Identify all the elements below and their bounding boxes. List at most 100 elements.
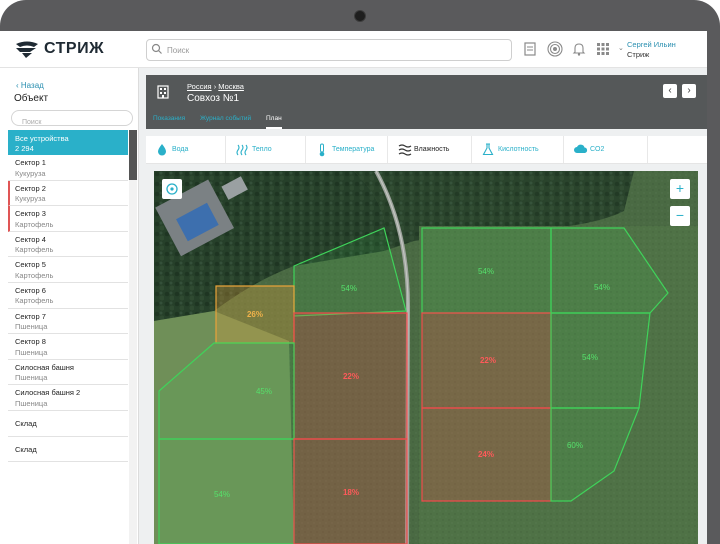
top-bar: СТРИЖ ⌄ [0,31,707,68]
field-humidity-label: 54% [478,267,494,276]
field-humidity-label: 54% [594,283,610,292]
sidebar-item-sector[interactable]: Силосная башня 2 Пшеница [8,385,128,411]
bell-icon[interactable] [571,41,587,57]
metric-label: Влажность [414,146,450,153]
tab-readings[interactable]: Показания [153,115,185,122]
tab-event-log[interactable]: Журнал событий [200,115,251,122]
metric-temperature[interactable]: Температура [306,136,388,163]
metric-water[interactable]: Вода [146,136,226,163]
cloud-icon [574,144,588,153]
item-name: Сектор 6 [15,285,46,295]
item-name: Склад [15,444,37,454]
metric-heat[interactable]: Тепло [226,136,306,163]
item-name: Склад [15,418,37,428]
field-humidity-label: 54% [582,353,598,362]
sidebar: ‹ Назад Объект Все устройства 2 294 Сект… [0,68,139,544]
scrollbar-thumb[interactable] [129,130,137,180]
field-sector[interactable] [550,312,651,409]
breadcrumb: Россия › Москва [187,82,244,91]
object-tabs: Показания Журнал событий План [146,111,707,129]
field-humidity-label: 18% [343,488,359,497]
all-devices-count: 2 294 [15,144,34,153]
sidebar-item-sector[interactable]: Сектор 2 Кукуруза [8,180,128,207]
user-menu[interactable]: Сергей Ильин Стриж [627,40,676,60]
logo[interactable]: СТРИЖ [14,39,104,59]
field-humidity-label: 26% [247,310,263,319]
field-humidity-label: 54% [214,490,230,499]
metric-humidity[interactable]: Влажность [388,136,472,163]
item-name: Сектор 1 [15,158,46,167]
metric-co2[interactable]: CO2 [564,136,648,163]
item-crop: Пшеница [15,347,48,357]
sidebar-search[interactable] [11,110,133,130]
building-icon [157,85,169,99]
item-name: Сектор 7 [15,311,46,321]
sidebar-item-sector[interactable]: Сектор 6 Картофель [8,283,128,309]
item-name: Силосная башня 2 [15,388,81,398]
item-crop: Пшеница [15,322,48,332]
sidebar-item-sector[interactable]: Сектор 3 Картофель [8,206,128,232]
search-input[interactable] [165,42,499,59]
user-name: Сергей Ильин [627,40,676,49]
back-link[interactable]: ‹ Назад [16,81,44,90]
flask-icon [482,143,494,156]
next-object-button[interactable]: › [682,84,696,98]
item-crop: Картофель [15,270,54,280]
sidebar-item-sector[interactable]: Сектор 4 Картофель [8,232,128,258]
satellite-map[interactable]: 54% 26% 22% 45% 54% 18% 54% 54% 22% 54% 24% 60% [154,171,698,544]
item-crop: Кукуруза [15,194,46,204]
swift-logo-icon [16,41,38,58]
camera-icon [354,10,366,22]
prev-object-button[interactable]: ‹ [663,84,677,98]
sidebar-item-sector[interactable]: Силосная башня Пшеница [8,360,128,386]
breadcrumb-country[interactable]: Россия [187,82,212,91]
chevron-left-icon: ‹ [668,85,672,96]
item-crop: Картофель [15,219,54,229]
chevron-right-icon: › [687,85,691,96]
item-crop: Картофель [15,245,54,255]
zoom-in-button[interactable]: + [670,179,690,199]
item-name: Сектор 8 [15,337,46,347]
heat-icon [236,144,248,156]
sidebar-item-sector[interactable]: Сектор 5 Картофель [8,257,128,283]
field-humidity-label: 22% [480,356,496,365]
back-label: Назад [20,81,44,90]
item-name: Силосная башня [15,362,74,372]
drop-icon [158,144,166,156]
field-map[interactable]: 54% 26% 22% 45% 54% 18% 54% 54% 22% 54% 24% 60% + − [154,171,698,544]
sidebar-search-input[interactable] [20,115,124,130]
tab-plan[interactable]: План [266,115,282,129]
item-name: Сектор 4 [15,234,46,244]
field-humidity-label: 45% [256,387,272,396]
signal-icon[interactable] [547,41,563,57]
apps-grid-icon[interactable] [595,41,611,57]
metric-acidity[interactable]: Кислотность [472,136,564,163]
sidebar-item-sector[interactable]: Сектор 1 Кукуруза [8,155,128,181]
field-humidity-label: 54% [341,284,357,293]
thermometer-icon [319,143,325,157]
sidebar-item-sector[interactable]: Склад [8,411,128,437]
device-list: Все устройства 2 294 Сектор 1 Кукуруза Сек… [8,130,128,463]
chevron-down-icon[interactable]: ⌄ [618,44,624,52]
global-search[interactable] [146,39,512,61]
sidebar-item-sector[interactable]: Склад [8,437,128,463]
sidebar-title: Объект [14,93,49,104]
metric-label: Кислотность [498,146,539,153]
all-devices-label: Все устройства [15,134,69,143]
metric-label: Тепло [252,146,272,153]
sidebar-scrollbar[interactable] [129,130,137,544]
breadcrumb-city[interactable]: Москва [218,82,244,91]
sidebar-item-sector[interactable]: Сектор 7 Пшеница [8,309,128,335]
metric-label: Вода [172,146,189,153]
locate-button[interactable] [162,179,182,199]
item-crop: Пшеница [15,398,48,408]
metric-selector: Вода Тепло Температура Влажность Кислотн… [146,136,707,164]
zoom-out-button[interactable]: − [670,206,690,226]
sidebar-item-sector[interactable]: Сектор 8 Пшеница [8,334,128,360]
document-icon[interactable] [522,41,538,57]
humidity-icon [398,144,412,156]
item-name: Сектор 2 [15,183,46,193]
search-icon [151,43,162,54]
item-crop: Кукуруза [15,168,46,178]
sidebar-item-all-devices[interactable]: Все устройства 2 294 [8,130,128,155]
